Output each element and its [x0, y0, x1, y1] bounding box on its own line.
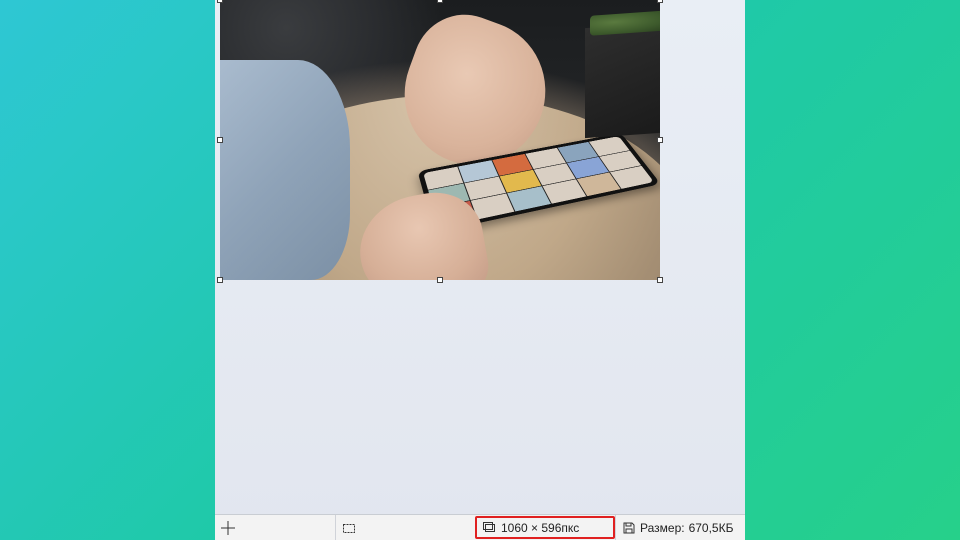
selection-size-icon: [342, 521, 356, 535]
resize-handle[interactable]: [657, 0, 663, 3]
resize-handle[interactable]: [217, 137, 223, 143]
canvas-size-icon: [483, 521, 497, 535]
resize-handle[interactable]: [217, 277, 223, 283]
resize-handle[interactable]: [657, 277, 663, 283]
crosshair-icon: [221, 521, 235, 535]
status-file-size: Размер: 670,5КБ: [615, 515, 745, 540]
file-size-label: Размер:: [640, 521, 685, 535]
disk-icon: [622, 521, 636, 535]
paint-window: 1060 × 596пкс Размер: 670,5КБ: [215, 0, 745, 540]
canvas-dimensions-value: 1060 × 596пкс: [501, 521, 579, 535]
resize-handle[interactable]: [217, 0, 223, 3]
file-size-value: 670,5КБ: [689, 521, 734, 535]
canvas-area[interactable]: [215, 0, 745, 514]
photo-content: [220, 0, 660, 280]
image-on-canvas[interactable]: [220, 0, 660, 280]
status-canvas-dimensions: 1060 × 596пкс: [475, 516, 615, 539]
resize-handle[interactable]: [437, 277, 443, 283]
status-selection-size: [335, 515, 475, 540]
status-cursor-position: [215, 515, 335, 540]
status-bar: 1060 × 596пкс Размер: 670,5КБ: [215, 514, 745, 540]
resize-handle[interactable]: [437, 0, 443, 3]
resize-handle[interactable]: [657, 137, 663, 143]
